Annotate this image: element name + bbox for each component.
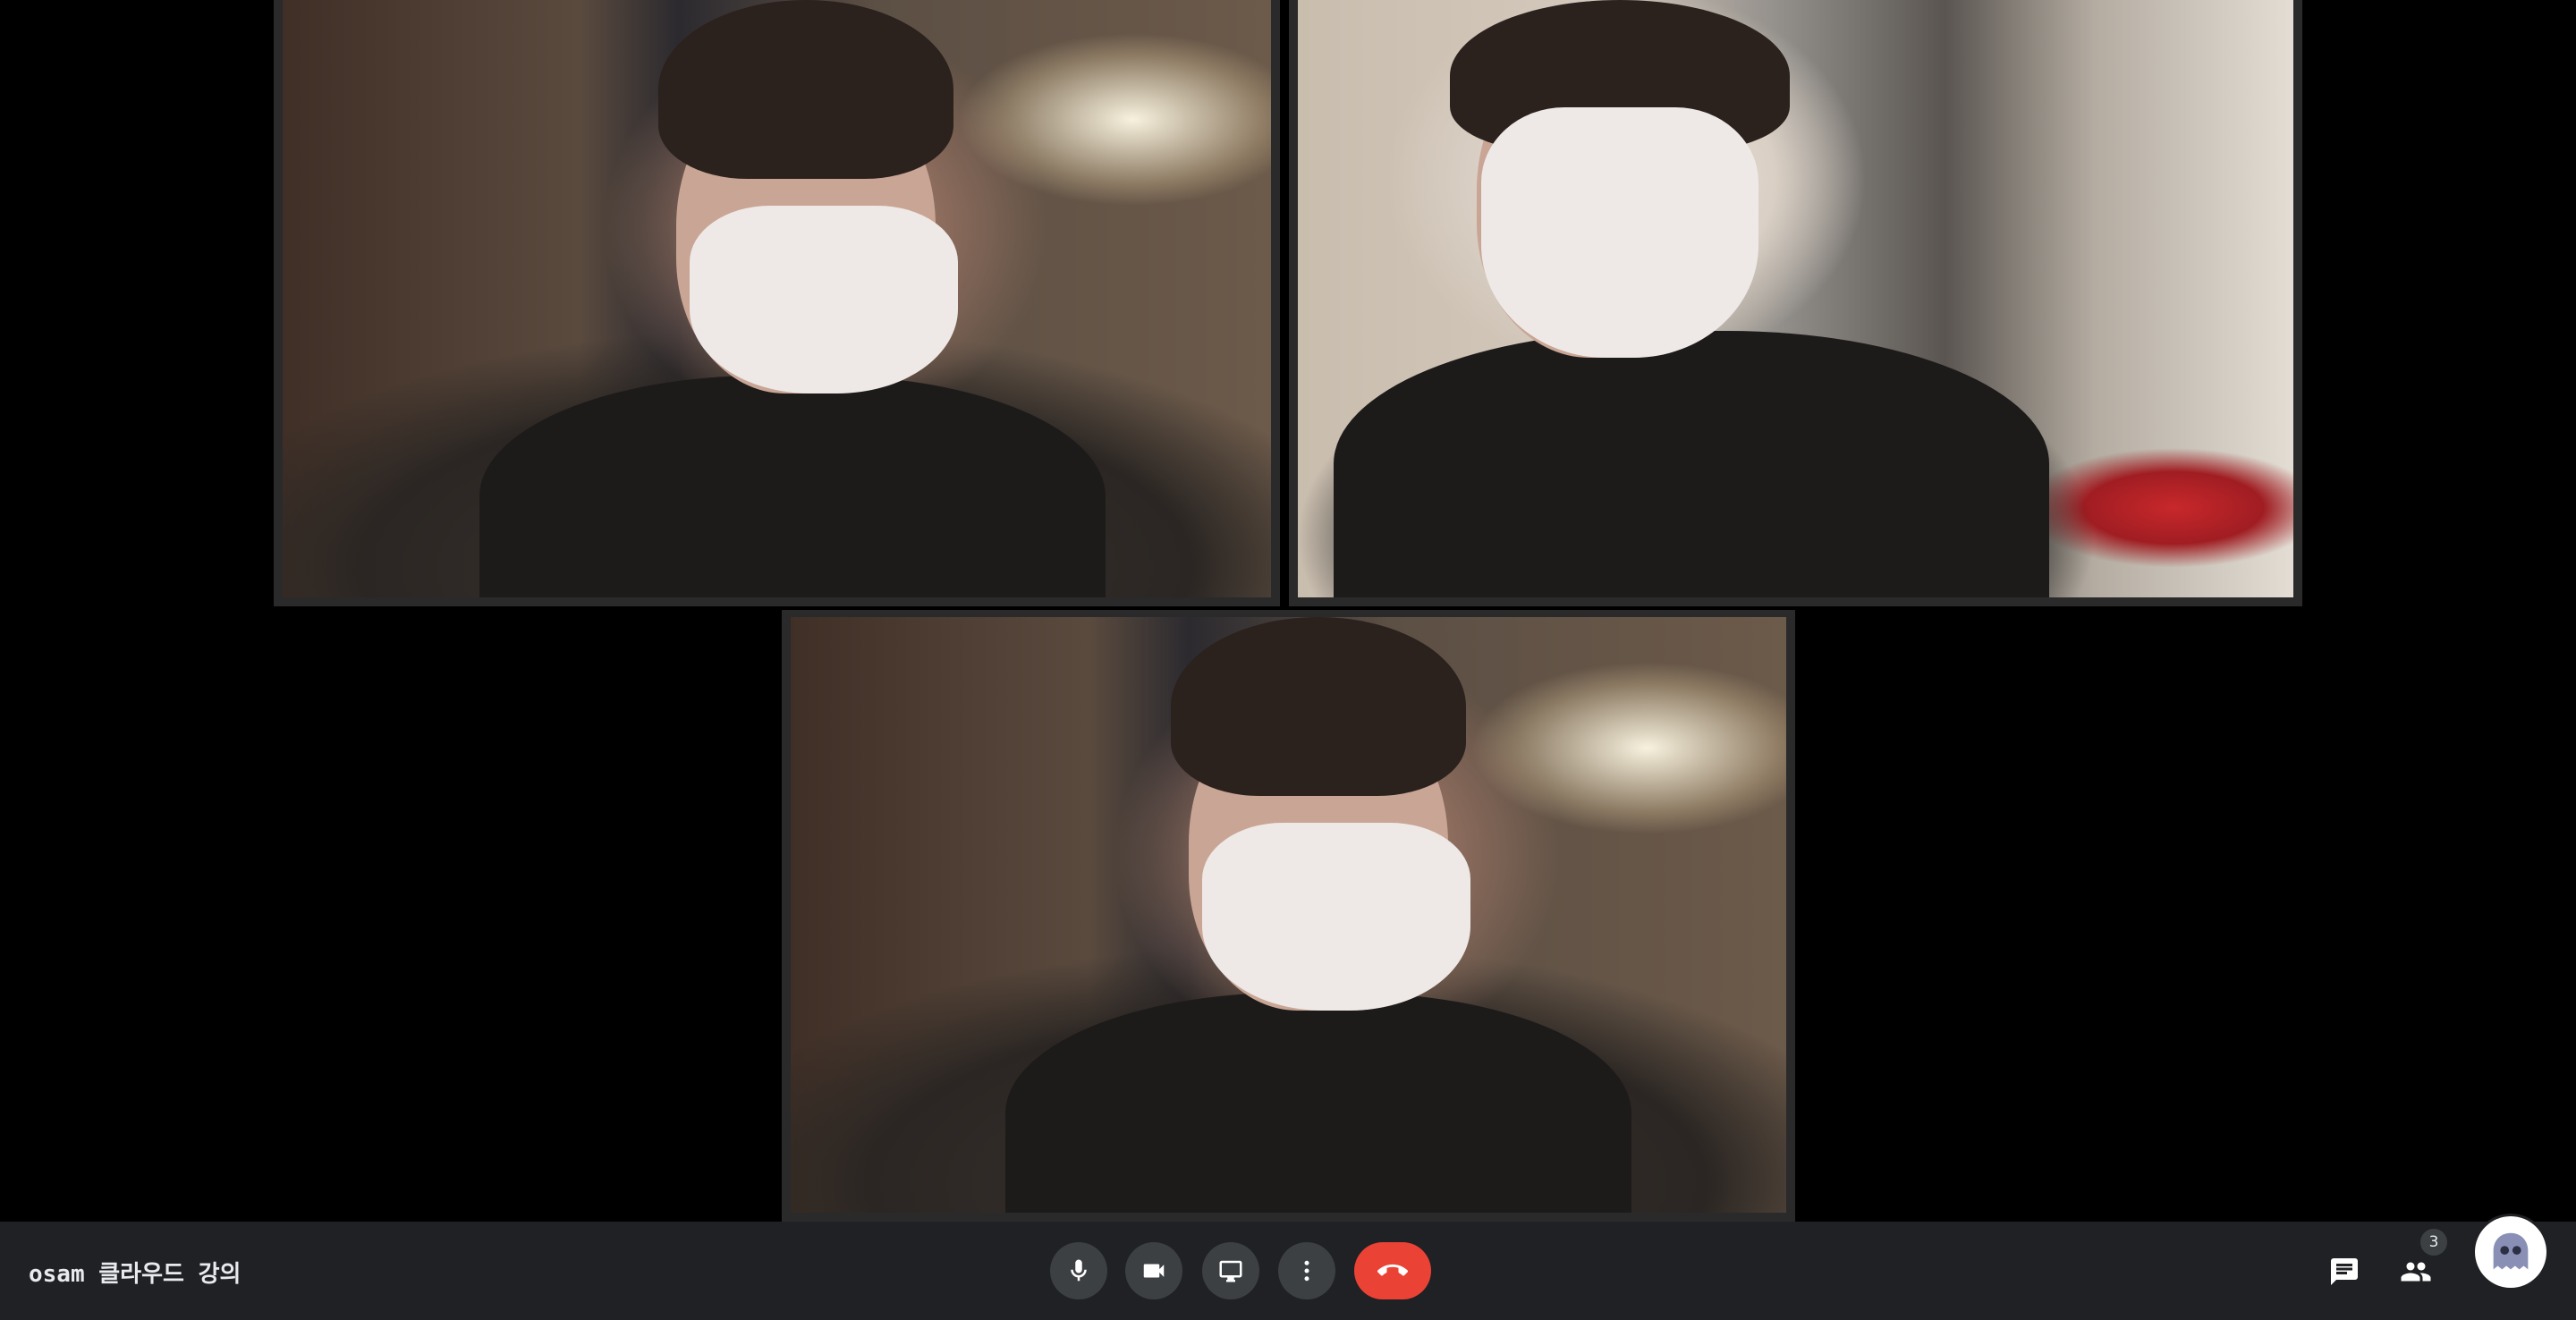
- video-camera-icon: [1143, 1264, 1165, 1278]
- chat-button[interactable]: [2321, 1248, 2368, 1295]
- video-tile-participant-2[interactable]: [1289, 0, 2302, 606]
- participant-video: [1298, 0, 2293, 597]
- video-stage: [0, 0, 2576, 1222]
- participant-body: [479, 376, 1106, 597]
- ghost-avatar-icon: [2493, 1232, 2529, 1270]
- microphone-icon: [1071, 1259, 1087, 1282]
- face-mask: [1202, 823, 1470, 1011]
- hang-up-button[interactable]: [1354, 1242, 1431, 1299]
- participant-hair: [658, 0, 953, 179]
- chat-icon: [2331, 1258, 2358, 1285]
- participant-body: [1005, 993, 1631, 1213]
- video-tile-self[interactable]: [782, 610, 1795, 1222]
- more-options-button[interactable]: [1278, 1242, 1335, 1299]
- camera-button[interactable]: [1125, 1242, 1182, 1299]
- more-options-icon: [1304, 1260, 1309, 1282]
- bottom-control-bar: osam 클라우드 강의 3: [0, 1216, 2576, 1320]
- hang-up-icon: [1377, 1264, 1408, 1276]
- present-screen-icon: [1219, 1260, 1242, 1282]
- participant-body: [1334, 331, 2049, 597]
- participant-hair: [1171, 617, 1466, 796]
- present-screen-button[interactable]: [1202, 1242, 1259, 1299]
- self-video: [791, 617, 1786, 1213]
- face-mask: [690, 206, 958, 393]
- face-mask: [1481, 107, 1758, 358]
- video-tile-participant-1[interactable]: [274, 0, 1280, 606]
- people-icon: [2401, 1262, 2431, 1282]
- meeting-title: osam 클라우드 강의: [29, 1261, 242, 1288]
- participant-video: [283, 0, 1271, 597]
- assistant-avatar-icon[interactable]: [2475, 1216, 2546, 1288]
- microphone-button[interactable]: [1050, 1242, 1107, 1299]
- participant-count-badge: 3: [2420, 1229, 2447, 1256]
